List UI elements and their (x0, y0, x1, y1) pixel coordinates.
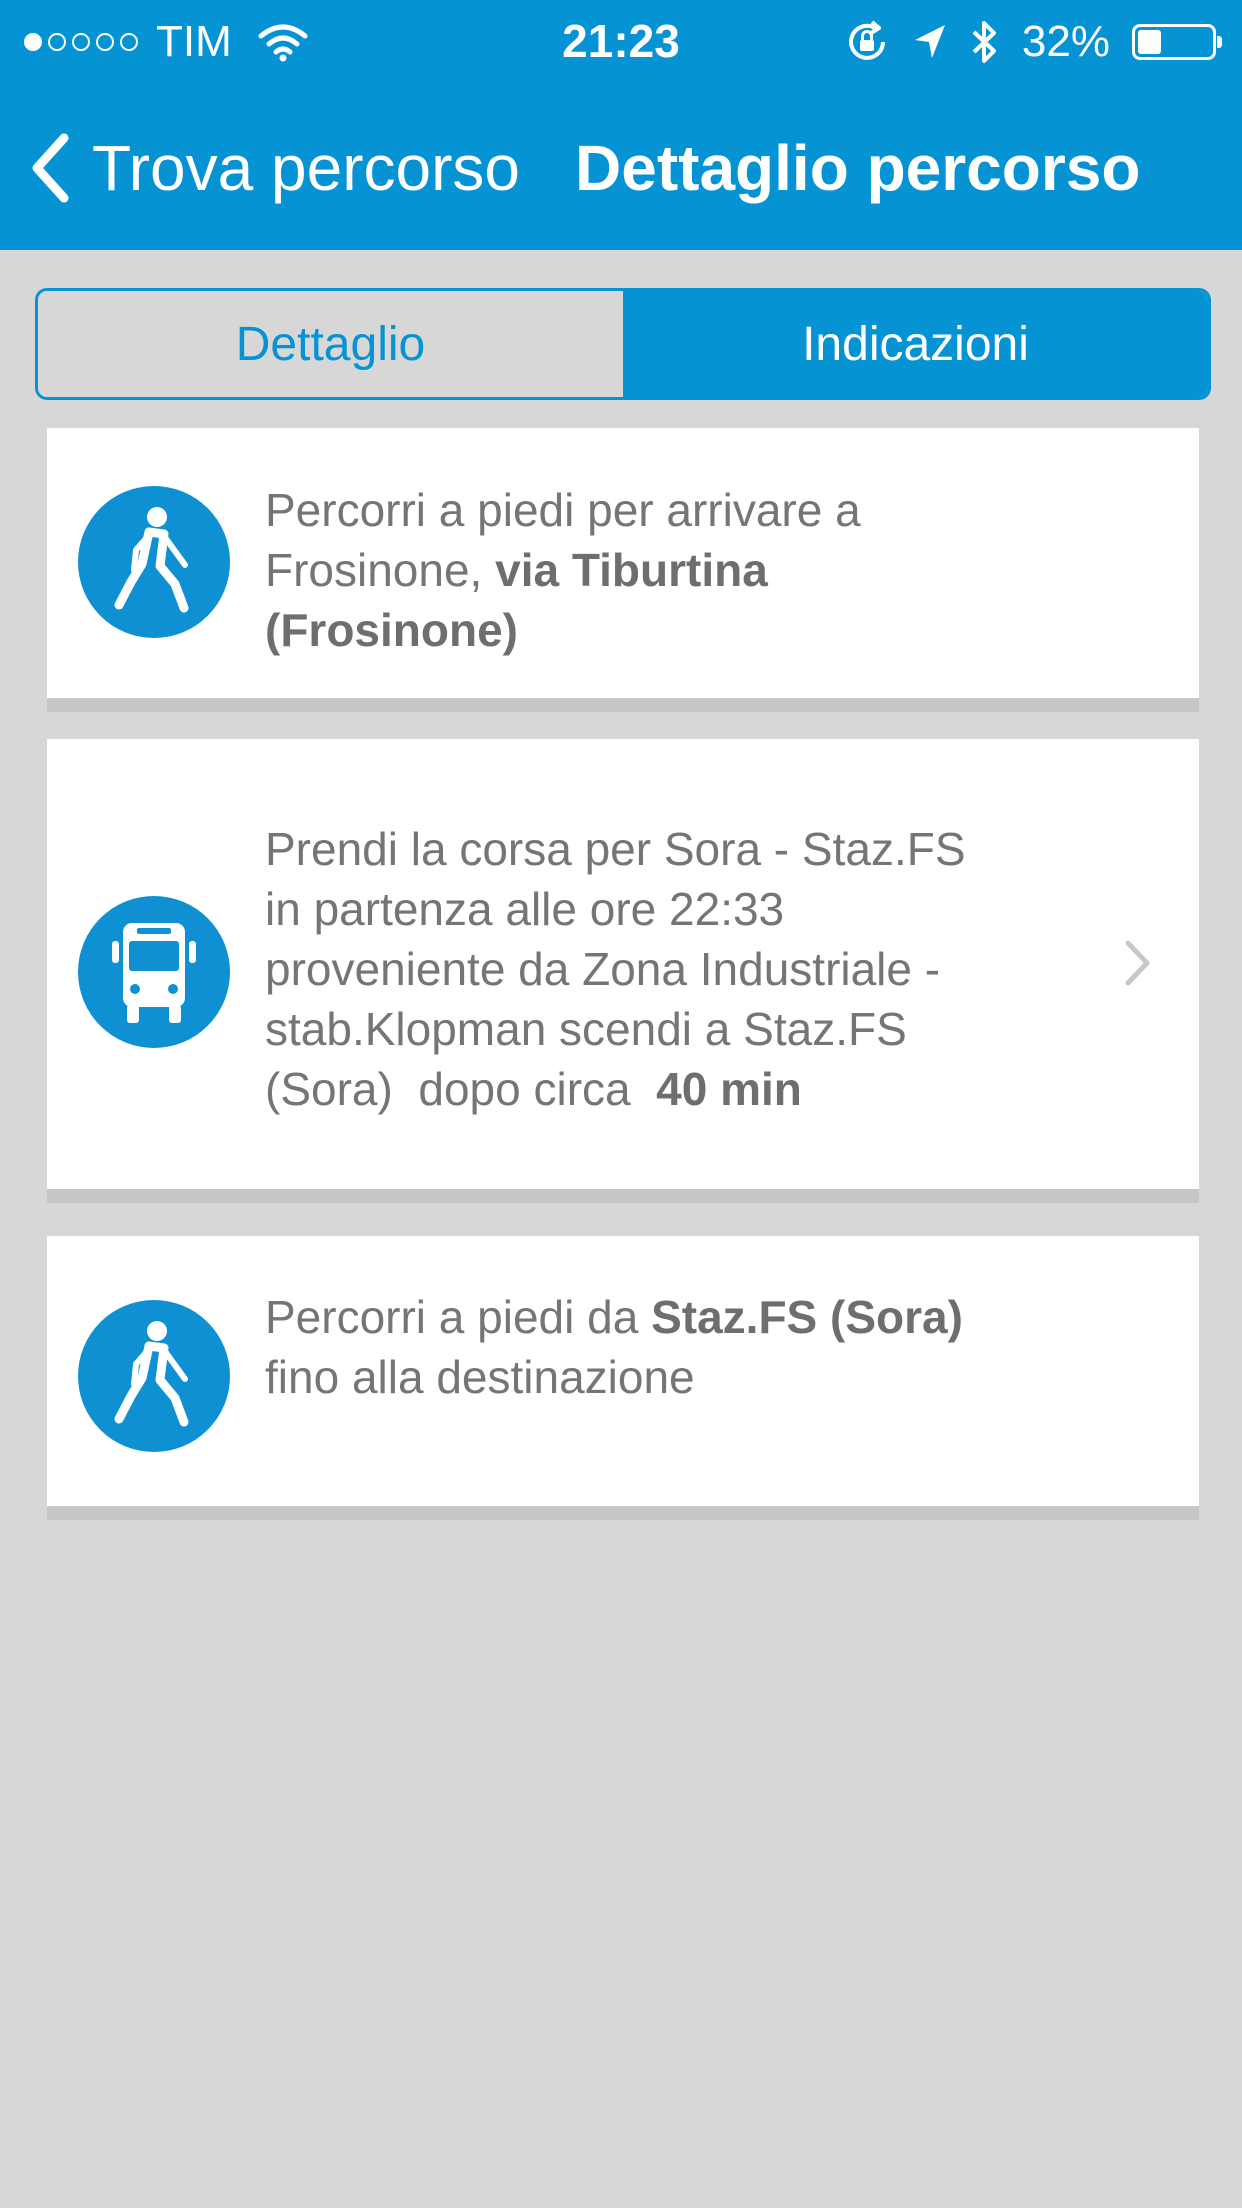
step-2-line: in partenza alle ore 22:33 (265, 883, 785, 935)
chevron-left-icon (30, 133, 70, 203)
step-2-line: (Sora) dopo circa 40 min (265, 1059, 1145, 1119)
step-2-line: proveniente da Zona Industriale - (265, 943, 941, 995)
bus-icon (78, 896, 230, 1048)
step-3-prefix: Percorri a piedi da (265, 1291, 652, 1343)
status-right: 32% (844, 16, 1222, 68)
step-3-text: Percorri a piedi da Staz.FS (Sora) fino … (265, 1287, 1145, 1407)
step-2-duration: 40 min (656, 1063, 802, 1115)
back-button[interactable]: Trova percorso (30, 118, 520, 218)
rotation-lock-icon (844, 19, 890, 65)
step-1-origin: Frosinone, (265, 544, 496, 596)
step-2-stop: (Sora) dopo circa (265, 1063, 657, 1115)
step-3-station: Staz.FS (Sora) (651, 1291, 963, 1343)
location-arrow-icon (912, 22, 948, 62)
step-3-line: Percorri a piedi da Staz.FS (Sora) (265, 1287, 1145, 1347)
tab-indicazioni[interactable]: Indicazioni (623, 291, 1208, 397)
top-bar: TIM 21:23 32% Trova percorso Dettaglio p… (0, 0, 1242, 250)
tab-dettaglio[interactable]: Dettaglio (38, 291, 623, 397)
navigation-bar: Trova percorso Dettaglio percorso (0, 84, 1242, 250)
step-1-line: Percorri a piedi per arrivare a (265, 484, 861, 536)
back-button-label: Trova percorso (92, 132, 520, 204)
page-title: Dettaglio percorso (575, 132, 1141, 204)
bluetooth-icon (970, 18, 1000, 66)
step-2-text: Prendi la corsa per Sora - Staz.FS in pa… (265, 819, 1145, 1119)
segmented-control: Dettaglio Indicazioni (35, 288, 1211, 400)
step-3-line: fino alla destinazione (265, 1351, 695, 1403)
step-1-text: Percorri a piedi per arrivare a Frosinon… (265, 480, 1145, 660)
step-1-line: Frosinone, via Tiburtina (265, 540, 1145, 600)
status-bar: TIM 21:23 32% (0, 0, 1242, 84)
step-2-line: stab.Klopman scendi a Staz.FS (265, 1003, 907, 1055)
step-1-line: (Frosinone) (265, 600, 1145, 660)
battery-level (1138, 30, 1161, 54)
step-1-street: via Tiburtina (495, 544, 768, 596)
walking-person-icon (78, 486, 230, 638)
battery-icon (1132, 24, 1222, 60)
step-2-line: Prendi la corsa per Sora - Staz.FS (265, 823, 966, 875)
battery-percent: 32% (1021, 17, 1110, 66)
walking-person-icon (78, 1300, 230, 1452)
step-1-city: (Frosinone) (265, 604, 518, 656)
